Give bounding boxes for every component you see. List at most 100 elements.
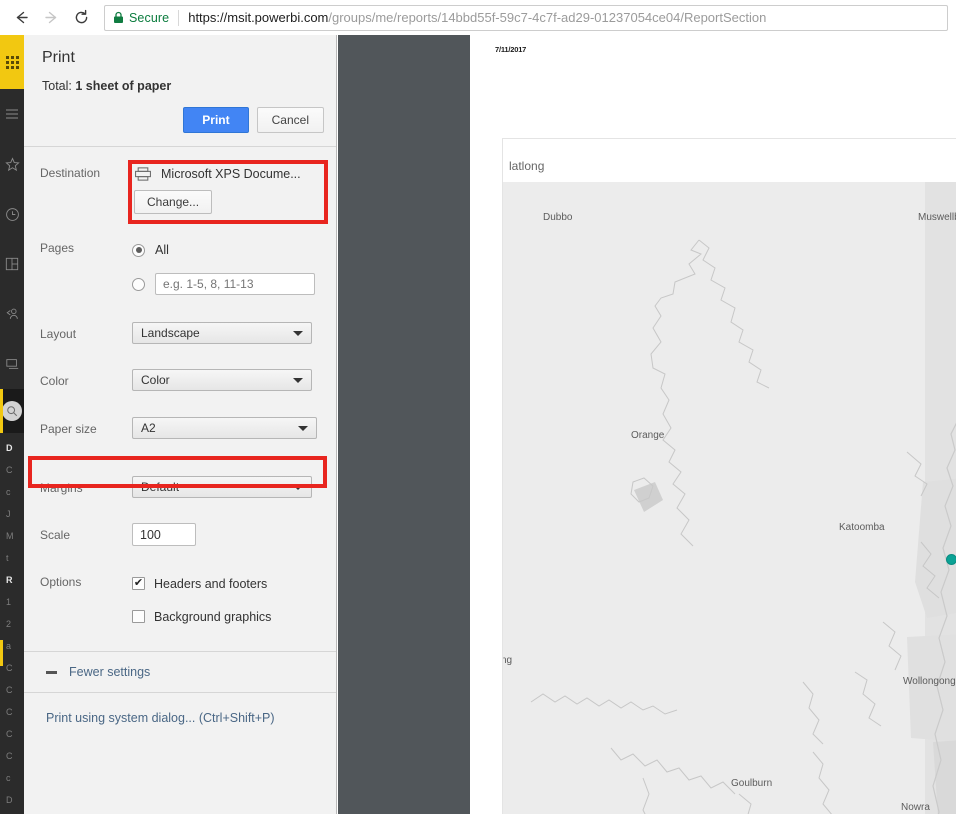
rail-text-item[interactable]: D <box>0 437 24 459</box>
background-graphics-option[interactable]: Background graphics <box>132 603 324 630</box>
back-button[interactable] <box>6 3 36 33</box>
printer-icon <box>134 167 152 181</box>
destination-control: Microsoft XPS Docume... Change... <box>132 161 324 214</box>
headers-footers-checkbox[interactable]: ✔ <box>132 577 145 590</box>
scale-input[interactable] <box>132 523 196 546</box>
print-dialog: Print Total: 1 sheet of paper Print Canc… <box>24 35 337 814</box>
rail-text-item[interactable]: C <box>0 459 24 481</box>
pages-all-radio[interactable] <box>132 243 145 257</box>
omnibox-divider <box>178 9 180 26</box>
map-data-point[interactable] <box>946 554 956 565</box>
sidebar-item-favorites[interactable] <box>0 139 24 189</box>
rail-text-item[interactable]: C <box>0 745 24 767</box>
print-dialog-header: Print Total: 1 sheet of paper <box>24 35 336 93</box>
headers-footers-option[interactable]: ✔ Headers and footers <box>132 570 324 597</box>
total-value: 1 sheet of paper <box>75 79 172 93</box>
destination-value-line[interactable]: Microsoft XPS Docume... <box>134 161 324 187</box>
search-icon <box>2 401 22 421</box>
rail-text-item[interactable]: D <box>0 789 24 811</box>
map-label: ng <box>503 655 513 666</box>
arrow-right-icon <box>44 11 56 24</box>
arrow-left-icon <box>16 11 28 24</box>
total-prefix: Total: <box>42 79 76 93</box>
rail-text-item[interactable]: C <box>0 701 24 723</box>
sidebar-item-recent[interactable] <box>0 189 24 239</box>
background-graphics-label: Background graphics <box>154 609 272 624</box>
scale-label: Scale <box>40 528 71 542</box>
margins-value: Default <box>141 480 180 494</box>
fewer-settings-label: Fewer settings <box>69 665 151 679</box>
scale-row: Scale <box>24 498 336 546</box>
map-visual[interactable]: Dubbo Muswellbrook Orange Katoomba ng Wo… <box>503 182 956 814</box>
margins-select[interactable]: Default <box>132 476 312 498</box>
nav-hamburger-button[interactable] <box>0 89 24 139</box>
layout-select[interactable]: Landscape <box>132 322 312 344</box>
rail-text-item[interactable]: R <box>0 569 24 591</box>
pages-range-option[interactable] <box>132 270 324 298</box>
pages-label: Pages <box>40 241 75 255</box>
workspaces-icon <box>5 359 18 369</box>
map-label: Nowra <box>901 802 930 813</box>
cancel-button[interactable]: Cancel <box>256 107 324 133</box>
paper-size-control: A2 <box>132 417 324 439</box>
rail-text-item[interactable]: c <box>0 767 24 789</box>
rail-text-item[interactable]: J <box>0 503 24 525</box>
report-visual: latlong Dubbo Muswell Orange Katoomba g … <box>502 138 956 814</box>
pages-control: All <box>132 236 324 298</box>
rail-text-item[interactable]: 2 <box>0 613 24 635</box>
address-bar[interactable]: Secure https://msit.powerbi.com/groups/m… <box>104 4 948 31</box>
rail-text-item[interactable]: t <box>0 547 24 569</box>
layout-row: Layout Landscape <box>24 298 336 344</box>
color-select[interactable]: Color <box>132 369 312 391</box>
sidebar-item-apps[interactable] <box>0 239 24 289</box>
print-dialog-body: Destination Microsoft XPS Docume... Chan <box>24 147 336 725</box>
sidebar-item-shared[interactable] <box>0 289 24 339</box>
destination-label: Destination <box>40 166 101 180</box>
map-label: Goulburn <box>731 778 773 789</box>
rail-text-item[interactable]: c <box>0 481 24 503</box>
map-label: Katoomba <box>839 522 885 533</box>
map-label: Muswellbrook <box>918 212 956 223</box>
sidebar-item-workspaces[interactable] <box>0 339 24 389</box>
rail-text-item[interactable]: 1 <box>0 591 24 613</box>
paper-size-row: Paper size A2 <box>24 391 336 439</box>
margins-control: Default <box>132 476 324 498</box>
shared-with-me-icon <box>5 308 18 319</box>
print-button[interactable]: Print <box>183 107 249 133</box>
fewer-settings-toggle[interactable]: Fewer settings <box>24 652 336 692</box>
lock-icon <box>113 11 124 24</box>
rail-text-item[interactable]: C <box>0 679 24 701</box>
layout-control: Landscape <box>132 322 324 344</box>
system-dialog-link[interactable]: Print using system dialog... (Ctrl+Shift… <box>24 693 336 725</box>
preview-date: 7/11/2017 <box>495 45 527 54</box>
reload-button[interactable] <box>66 3 96 33</box>
url-text: https://msit.powerbi.com/groups/me/repor… <box>188 10 766 25</box>
rail-text-item[interactable]: C <box>0 723 24 745</box>
avatar[interactable] <box>0 389 24 433</box>
background-graphics-checkbox[interactable] <box>132 610 145 623</box>
color-label: Color <box>40 374 69 388</box>
forward-button[interactable] <box>36 3 66 33</box>
hamburger-menu-icon <box>6 109 18 119</box>
secure-label: Secure <box>129 10 170 25</box>
margins-label: Margins <box>40 481 83 495</box>
rail-text-item[interactable]: M <box>0 525 24 547</box>
app-launcher-button[interactable] <box>0 35 24 89</box>
destination-row: Destination Microsoft XPS Docume... Chan <box>24 147 336 214</box>
screen-root: Secure https://msit.powerbi.com/groups/m… <box>0 0 956 814</box>
preview-sheet: 7/11/2017 latlong Dubbo Muswell Orange K… <box>470 35 956 814</box>
pages-range-radio[interactable] <box>132 277 145 291</box>
rail-text-item[interactable]: C <box>0 657 24 679</box>
browser-toolbar: Secure https://msit.powerbi.com/groups/m… <box>0 0 956 35</box>
rail-report-list: D C c J M t R 1 2 a C C C C C c D <box>0 433 24 811</box>
print-dialog-actions: Print Cancel <box>24 93 336 147</box>
destination-value: Microsoft XPS Docume... <box>161 167 301 181</box>
options-row: Options ✔ Headers and footers Background… <box>24 546 336 630</box>
rail-text-item[interactable]: a <box>0 635 24 657</box>
change-destination-button[interactable]: Change... <box>134 190 213 214</box>
pages-all-option[interactable]: All <box>132 236 324 264</box>
pages-range-input[interactable] <box>155 273 315 295</box>
paper-size-select[interactable]: A2 <box>132 417 317 439</box>
url-host: https://msit.powerbi.com <box>188 10 329 25</box>
page-title: Print <box>42 49 75 66</box>
